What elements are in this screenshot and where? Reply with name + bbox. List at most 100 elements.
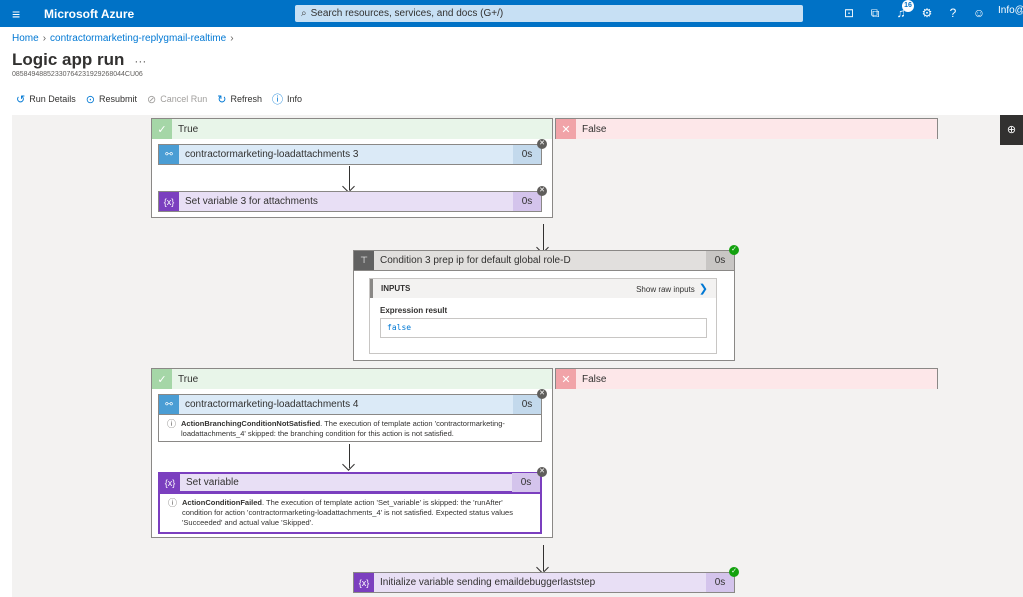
error-message: ⓘ ActionConditionFailed. The execution o… — [158, 492, 542, 534]
check-icon: ✓ — [152, 369, 172, 389]
run-details-button[interactable]: ↺ Run Details — [16, 91, 76, 107]
run-details-label: Run Details — [29, 94, 76, 104]
flow-arrow — [349, 444, 350, 468]
user-account[interactable]: Info@ — [998, 5, 1023, 16]
breadcrumb-resource[interactable]: contractormarketing-replygmail-realtime — [50, 33, 226, 44]
action-name: contractormarketing-loadattachments 3 — [185, 149, 359, 160]
error-title: ActionConditionFailed — [182, 498, 262, 507]
x-icon: ✕ — [556, 119, 576, 139]
action-set-variable-3[interactable]: {x} Set variable 3 for attachments 0s — [158, 191, 542, 212]
flow-arrow — [543, 224, 544, 251]
skipped-status-icon: ✕ — [537, 139, 547, 149]
help-icon[interactable]: ? — [944, 5, 962, 22]
zoom-icon[interactable]: ⊕ — [1000, 115, 1023, 145]
x-icon: ✕ — [556, 369, 576, 389]
error-title: ActionBranchingConditionNotSatisfied — [181, 419, 321, 428]
variable-icon: {x} — [160, 473, 180, 492]
resubmit-button[interactable]: ⊙ Resubmit — [86, 91, 137, 107]
true-label: True — [178, 373, 199, 385]
true-branch-header[interactable]: ✓ True — [152, 119, 552, 139]
action-set-variable[interactable]: {x} Set variable 0s — [158, 472, 542, 493]
more-options-button[interactable]: ··· — [134, 54, 146, 68]
success-status-icon: ✓ — [729, 567, 739, 577]
condition-duration: 0s — [706, 251, 734, 270]
info-button[interactable]: ⓘ Info — [272, 91, 302, 107]
info-icon: ⓘ — [271, 94, 283, 106]
top-bar: ≡ Microsoft Azure ⌕ Search resources, ser… — [0, 0, 1023, 27]
workflow-icon: ⚯ — [159, 395, 179, 414]
true-branch-header[interactable]: ✓ True — [152, 369, 552, 389]
false-label: False — [582, 373, 607, 385]
check-icon: ✓ — [152, 119, 172, 139]
page-title-row: Logic app run ··· — [12, 50, 146, 70]
show-raw-inputs-link[interactable]: Show raw inputs ❯ — [636, 282, 708, 295]
cancel-run-button[interactable]: ⊘ Cancel Run — [147, 91, 207, 107]
refresh-button[interactable]: ↻ Refresh — [217, 91, 262, 107]
inputs-panel: INPUTS Show raw inputs ❯ Expression resul… — [369, 278, 717, 354]
designer-canvas[interactable]: ⊕ ✓ True ✕ False ⚯ contractormarketing-l… — [12, 115, 1023, 597]
breadcrumb-home[interactable]: Home — [12, 33, 39, 44]
success-status-icon: ✓ — [729, 245, 739, 255]
workflow-icon: ⚯ — [159, 145, 179, 164]
inputs-label: INPUTS — [381, 284, 411, 293]
skipped-status-icon: ✕ — [537, 186, 547, 196]
error-message: ⓘ ActionBranchingConditionNotSatisfied. … — [158, 415, 542, 442]
skipped-status-icon: ✕ — [537, 467, 547, 477]
inputs-header: INPUTS Show raw inputs ❯ — [370, 279, 716, 298]
action-name: contractormarketing-loadattachments 4 — [185, 399, 359, 410]
breadcrumb-separator: › — [42, 33, 47, 44]
search-input[interactable]: ⌕ Search resources, services, and docs (G… — [295, 5, 803, 22]
false-branch-scope-2: ✕ False — [555, 368, 938, 389]
action-duration: 0s — [513, 395, 541, 414]
action-name: Set variable 3 for attachments — [185, 196, 318, 207]
chevron-right-icon: ❯ — [698, 283, 708, 295]
variable-icon: {x} — [354, 573, 374, 592]
resubmit-label: Resubmit — [98, 94, 137, 104]
info-label: Info — [286, 94, 302, 104]
cancel-icon: ⊘ — [146, 93, 157, 106]
skipped-status-icon: ✕ — [537, 389, 547, 399]
condition-name: Condition 3 prep ip for default global r… — [380, 255, 571, 266]
settings-gear-icon[interactable]: ⚙ — [918, 5, 936, 22]
feedback-icon[interactable]: ☺ — [970, 5, 988, 22]
condition-icon: ⊤ — [354, 251, 374, 270]
variable-icon: {x} — [159, 192, 179, 211]
brand-title[interactable]: Microsoft Azure — [44, 7, 134, 21]
false-branch-scope-1: ✕ False — [555, 118, 938, 139]
run-id: 08584948852330764231929268044CU06 — [12, 71, 143, 78]
false-branch-header[interactable]: ✕ False — [556, 369, 937, 389]
action-loadattachments-4[interactable]: ⚯ contractormarketing-loadattachments 4 … — [158, 394, 542, 415]
expression-label: Expression result — [380, 306, 448, 315]
flow-arrow — [543, 545, 544, 571]
action-duration: 0s — [706, 573, 734, 592]
notification-badge: 16 — [902, 0, 914, 12]
true-label: True — [178, 123, 199, 135]
flow-arrow — [349, 166, 350, 190]
hamburger-menu-icon[interactable]: ≡ — [12, 6, 20, 22]
history-icon: ↺ — [16, 93, 26, 106]
condition-header[interactable]: ⊤ Condition 3 prep ip for default global… — [353, 250, 735, 271]
refresh-label: Refresh — [230, 94, 262, 104]
action-name: Initialize variable sending emaildebugge… — [380, 577, 596, 588]
page-title: Logic app run — [12, 50, 125, 69]
false-label: False — [582, 123, 607, 135]
notifications-icon[interactable]: ♫ 16 — [892, 0, 914, 22]
toolbar: ↺ Run Details ⊙ Resubmit ⊘ Cancel Run ↻ Refr… — [16, 91, 302, 107]
breadcrumb: Home › contractormarketing-replygmail-real… — [12, 33, 238, 44]
expression-value: false — [380, 318, 707, 338]
directory-filter-icon[interactable]: ⧉ — [866, 5, 884, 22]
action-duration: 0s — [513, 192, 541, 211]
info-icon: ⓘ — [168, 498, 178, 508]
action-duration: 0s — [513, 145, 541, 164]
search-icon: ⌕ — [301, 8, 307, 19]
action-initialize-variable[interactable]: {x} Initialize variable sending emaildeb… — [353, 572, 735, 593]
breadcrumb-separator: › — [230, 33, 234, 44]
cloud-shell-icon[interactable]: ⊡ — [840, 5, 858, 22]
show-raw-label: Show raw inputs — [636, 285, 695, 294]
action-loadattachments-3[interactable]: ⚯ contractormarketing-loadattachments 3 … — [158, 144, 542, 165]
false-branch-header[interactable]: ✕ False — [556, 119, 937, 139]
action-duration: 0s — [512, 473, 540, 492]
search-placeholder: Search resources, services, and docs (G+… — [310, 8, 504, 19]
cancel-run-label: Cancel Run — [160, 94, 208, 104]
action-name: Set variable — [186, 477, 239, 488]
